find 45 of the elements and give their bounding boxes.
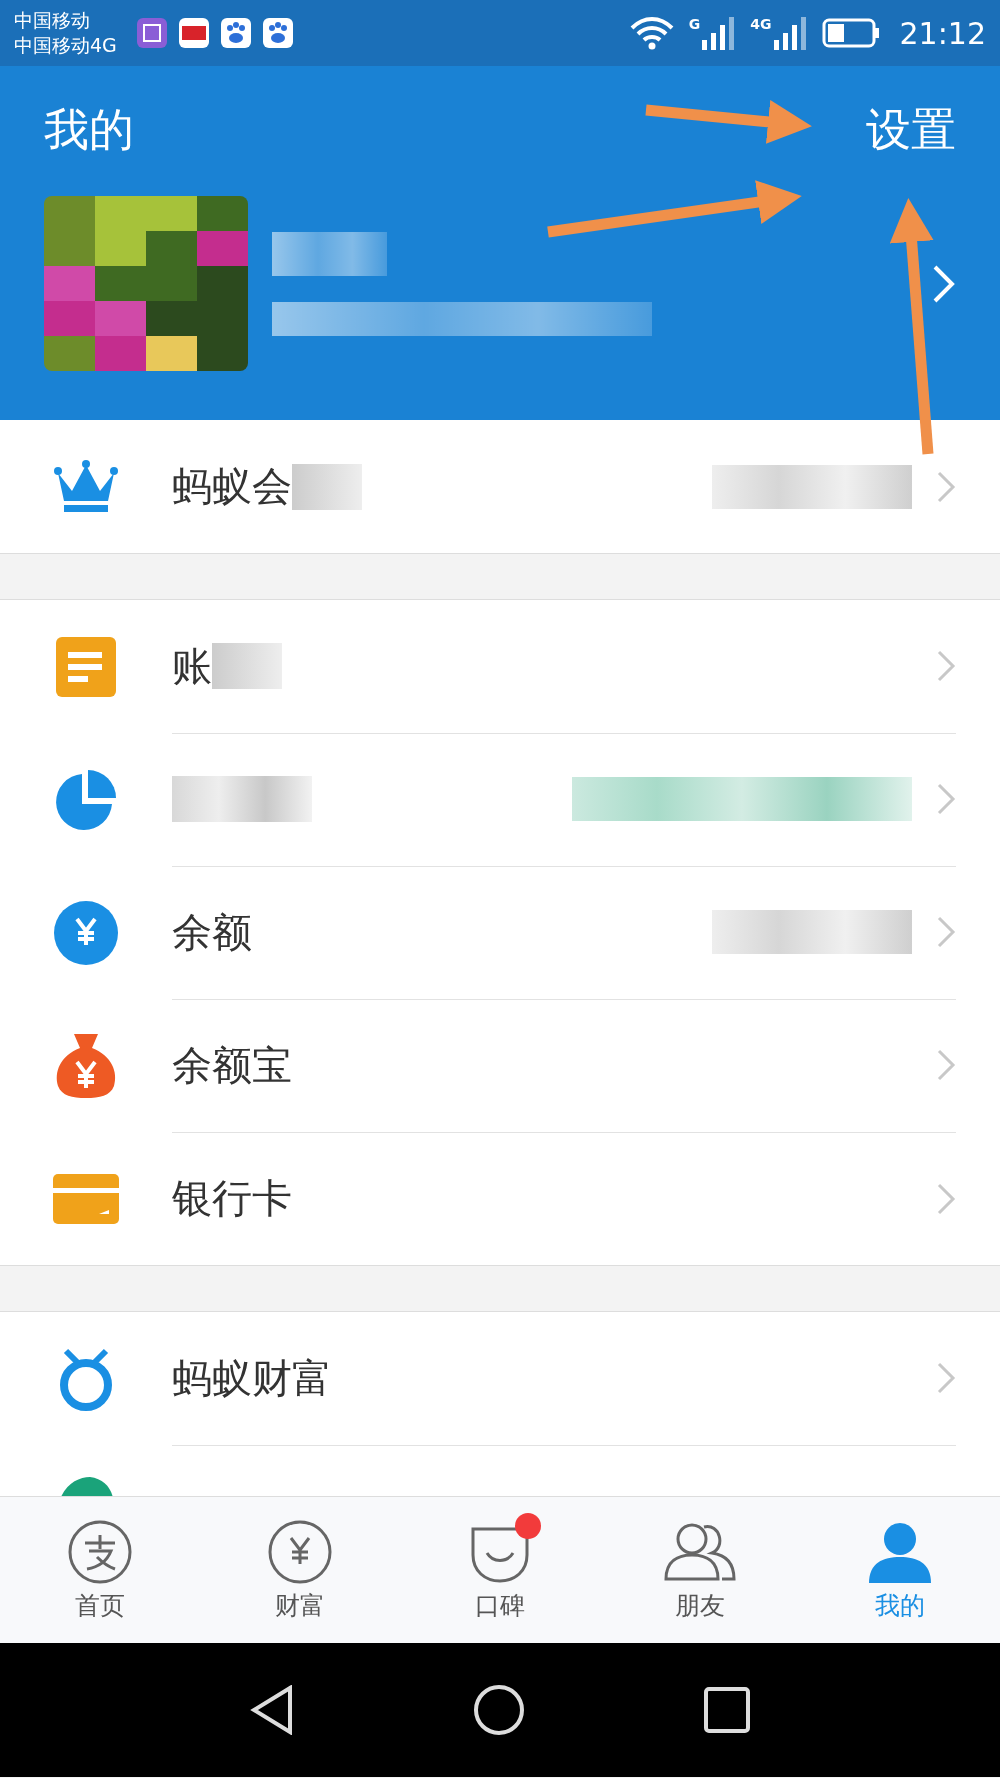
tab[interactable]: 首页 (0, 1497, 200, 1643)
chevron-icon (936, 469, 956, 504)
gallery-icon (136, 18, 167, 48)
clock-time: 21:12 (899, 15, 986, 51)
menu-label: 蚂蚁财富 (172, 1353, 332, 1403)
carrier-name: 中国移动 (14, 8, 91, 33)
chevron-icon (936, 1048, 956, 1082)
person-icon (867, 1520, 933, 1583)
wifi-icon (628, 16, 675, 50)
chevron-icon (936, 1361, 956, 1395)
crown-icon (54, 458, 118, 515)
card-icon (53, 1173, 119, 1224)
menu-label: 蚂蚁会 (172, 462, 292, 511)
chevron-icon (936, 1181, 956, 1216)
signal-icon (773, 16, 808, 50)
yuan-icon (267, 1518, 333, 1585)
money-bag-icon (54, 1031, 118, 1100)
page-title: 我的 (44, 102, 134, 158)
tab[interactable]: 口碑 (400, 1497, 600, 1643)
bill-icon (56, 636, 116, 697)
recents-icon[interactable] (704, 1687, 751, 1733)
network-label: 4G (750, 16, 772, 32)
battery-icon (821, 18, 880, 48)
home-icon[interactable] (473, 1684, 525, 1736)
tab[interactable]: 朋友 (600, 1497, 800, 1643)
pie-chart-icon (54, 767, 118, 832)
carrier-name: 中国移动4G (14, 33, 117, 58)
settings-button[interactable]: 设置 (866, 100, 956, 160)
pay-icon (67, 1518, 133, 1585)
paw-icon (220, 18, 251, 48)
news-app-icon (178, 18, 209, 48)
chevron-icon (936, 782, 956, 816)
network-label: G (688, 16, 701, 32)
back-icon[interactable] (249, 1685, 294, 1735)
paw-icon (262, 18, 293, 48)
chevron-icon (936, 649, 956, 683)
chevron-icon[interactable] (932, 263, 956, 304)
tab[interactable]: 财富 (200, 1497, 400, 1643)
menu-label: 账 (172, 641, 212, 691)
signal-icon (702, 16, 737, 50)
yuan-icon (54, 900, 118, 965)
menu-label: 余额宝 (172, 1040, 292, 1090)
menu-label: 银行卡 (172, 1174, 292, 1223)
menu-label: 余额 (172, 907, 252, 957)
chevron-icon (936, 915, 956, 949)
